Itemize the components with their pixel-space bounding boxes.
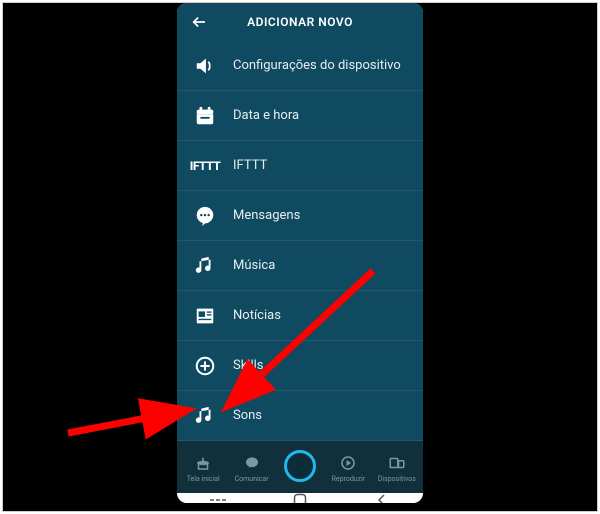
plus-circle-icon — [191, 352, 219, 380]
option-label: Data e hora — [233, 108, 299, 123]
music-icon — [191, 252, 219, 280]
chat-bubble-icon — [242, 453, 262, 473]
option-news[interactable]: Notícias — [177, 291, 423, 341]
ifttt-icon: IFTTT — [191, 152, 219, 180]
app-screen: ADICIONAR NOVO Configurações do disposit… — [177, 3, 423, 493]
home-icon — [193, 453, 213, 473]
option-label: IFTTT — [233, 158, 267, 173]
option-ifttt[interactable]: IFTTT IFTTT — [177, 141, 423, 191]
nav-label: Comunicar — [235, 475, 269, 483]
nav-devices[interactable]: Dispositivos — [373, 453, 421, 483]
nav-label: Dispositivos — [378, 475, 416, 483]
option-label: Música — [233, 258, 275, 273]
home-outline-icon — [293, 493, 307, 503]
chat-icon — [191, 202, 219, 230]
option-device-settings[interactable]: Configurações do dispositivo — [177, 41, 423, 91]
page-title: ADICIONAR NOVO — [177, 15, 423, 29]
options-list: Configurações do dispositivo — [177, 41, 423, 441]
option-label: Notícias — [233, 308, 281, 323]
option-label: Configurações do dispositivo — [233, 58, 401, 73]
news-icon — [191, 302, 219, 330]
arrow-left-icon — [191, 14, 207, 30]
nav-label: Reproduzir — [332, 475, 366, 483]
chevron-left-icon — [376, 494, 388, 503]
back-button[interactable] — [189, 12, 209, 32]
play-icon — [338, 453, 358, 473]
android-back[interactable] — [362, 494, 402, 503]
nav-label: Tela inicial — [187, 475, 220, 483]
option-music[interactable]: Música — [177, 241, 423, 291]
phone-frame: ADICIONAR NOVO Configurações do disposit… — [177, 3, 423, 503]
option-messages[interactable]: Mensagens — [177, 191, 423, 241]
android-recents[interactable] — [198, 495, 238, 503]
nav-play[interactable]: Reproduzir — [324, 453, 372, 483]
devices-icon — [387, 453, 407, 473]
speaker-icon — [191, 52, 219, 80]
music-icon — [191, 402, 219, 430]
alexa-ring-icon — [284, 450, 316, 482]
nav-communicate[interactable]: Comunicar — [227, 453, 275, 483]
calendar-icon — [191, 102, 219, 130]
nav-home[interactable]: Tela inicial — [179, 453, 227, 483]
option-label: Skills — [233, 358, 264, 373]
bottom-nav: Tela inicial Comunicar — [177, 441, 423, 493]
nav-alexa[interactable] — [276, 454, 324, 482]
option-label: Mensagens — [233, 208, 300, 223]
option-sounds[interactable]: Sons — [177, 391, 423, 441]
app-header: ADICIONAR NOVO — [177, 3, 423, 41]
option-skills[interactable]: Skills — [177, 341, 423, 391]
android-home[interactable] — [280, 493, 320, 503]
android-nav-bar — [177, 493, 423, 503]
option-date-time[interactable]: Data e hora — [177, 91, 423, 141]
option-label: Sons — [233, 408, 262, 423]
recents-icon — [209, 495, 227, 503]
